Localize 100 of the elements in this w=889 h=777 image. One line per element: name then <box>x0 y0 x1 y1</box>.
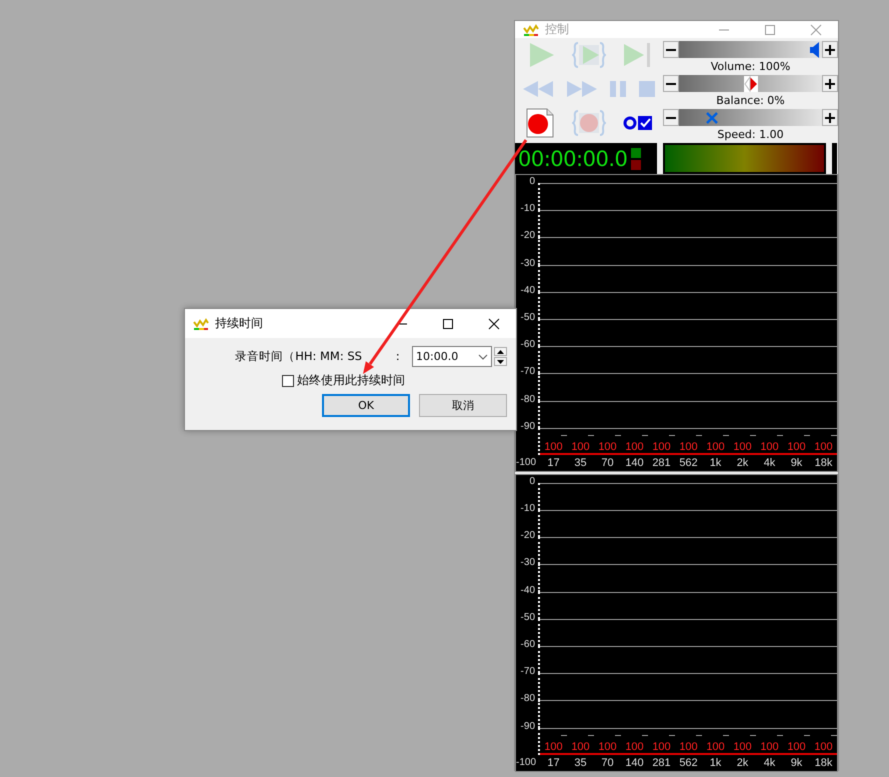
axis-label: -60 <box>520 339 535 352</box>
window-title: 控制 <box>545 21 569 38</box>
band-peak-reading: 100 <box>733 740 752 753</box>
minus-button[interactable] <box>663 75 679 92</box>
plus-icon <box>825 112 835 122</box>
frequency-label: 140 <box>624 456 645 469</box>
app-icon <box>523 22 539 36</box>
frequency-label: 140 <box>624 756 645 769</box>
frequency-label: 18k <box>814 756 834 769</box>
axis-label: -70 <box>520 666 535 678</box>
band-peak-reading: 100 <box>760 440 779 453</box>
band-peak-reading: 100 <box>571 740 590 753</box>
band-peak-reading: 100 <box>544 440 563 453</box>
record-icon-button[interactable] <box>525 107 556 139</box>
band-peak-reading: 100 <box>652 740 671 753</box>
window-title: 持续时间 <box>215 315 263 332</box>
minus-button[interactable] <box>663 41 679 58</box>
frequency-label: 4k <box>762 456 776 469</box>
band-peak-reading: 100 <box>787 740 806 753</box>
axis-label: -90 <box>520 420 535 433</box>
band-peak-reading: 100 <box>814 440 833 453</box>
band-peak-reading: 100 <box>625 740 644 753</box>
balance-slider-thumb[interactable] <box>744 75 758 92</box>
frequency-label: 2k <box>736 456 750 469</box>
frequency-label: 4k <box>762 756 776 769</box>
band-peak-reading: 100 <box>706 440 725 453</box>
frequency-label: 9k <box>790 756 804 769</box>
axis-label: -40 <box>520 284 535 297</box>
slider-label: Volume: 100% <box>710 59 792 75</box>
axis-label: -30 <box>520 258 535 270</box>
checkbox-label[interactable]: 始终使用此持续时间 <box>297 372 405 389</box>
band-peak-reading: 100 <box>679 440 698 453</box>
axis-label: -70 <box>520 366 535 378</box>
frequency-label: 562 <box>678 456 699 469</box>
app-icon <box>193 316 209 330</box>
frequency-label: 70 <box>600 456 615 469</box>
duration-combo-box[interactable]: 10:00.0 <box>412 346 492 367</box>
frequency-label: 9k <box>790 456 804 469</box>
band-peak-reading: 100 <box>733 440 752 453</box>
band-peak-reading: 100 <box>598 740 617 753</box>
axis-label: -30 <box>520 557 535 570</box>
colon-text: ： <box>392 349 404 364</box>
axis-label: -80 <box>520 693 535 706</box>
plus-icon <box>825 44 835 54</box>
spin-up-button[interactable] <box>494 347 507 356</box>
record-options-icon-button[interactable] <box>622 115 653 131</box>
axis-label: -40 <box>520 584 535 597</box>
axis-label: -10 <box>520 203 535 216</box>
frequency-label: 70 <box>600 756 615 769</box>
frequency-label: 1k <box>708 756 722 769</box>
plus-button[interactable] <box>822 41 838 58</box>
axis-label: -10 <box>520 503 535 516</box>
axis-label: -60 <box>520 639 535 651</box>
band-peak-reading: 100 <box>787 440 806 453</box>
band-peak-reading: 100 <box>598 440 617 453</box>
minus-button[interactable] <box>663 109 679 126</box>
band-peak-reading: 100 <box>679 740 698 753</box>
frequency-label: 562 <box>678 756 699 769</box>
band-peak-reading: 100 <box>625 440 644 453</box>
up-triangle-icon <box>497 350 504 354</box>
elapsed-time: 00:00:00.0 <box>518 146 628 170</box>
frequency-label: 35 <box>573 456 588 469</box>
frequency-label: 17 <box>546 456 561 469</box>
frequency-label: 2k <box>736 756 750 769</box>
frequency-label: 18k <box>814 456 834 469</box>
caret-icon <box>478 354 488 360</box>
checkbox[interactable] <box>282 374 294 386</box>
dialog-button[interactable]: OK <box>322 394 410 417</box>
frequency-label: 281 <box>651 756 672 769</box>
down-triangle-icon <box>497 360 504 364</box>
maximize-icon[interactable] <box>442 318 454 330</box>
axis-label: -20 <box>520 230 535 242</box>
volume-slider-thumb[interactable] <box>808 41 822 58</box>
slider-label: Balance: 0% <box>715 93 786 109</box>
axis-label: -90 <box>520 720 535 733</box>
spin-down-button[interactable] <box>494 357 507 366</box>
frequency-label: 1k <box>708 456 722 469</box>
axis-label: -100 <box>516 757 538 768</box>
axis-label: -80 <box>520 394 535 406</box>
frequency-label: 35 <box>573 756 588 769</box>
slider-label: Speed: 1.00 <box>716 127 785 143</box>
plus-button[interactable] <box>822 109 838 126</box>
band-peak-reading: 100 <box>814 740 833 753</box>
dialog-button[interactable]: 取消 <box>419 394 507 417</box>
axis-label: -20 <box>520 530 535 542</box>
band-peak-reading: 100 <box>652 440 671 453</box>
band-peak-reading: 100 <box>760 740 779 753</box>
plus-icon <box>825 78 835 88</box>
axis-label: 0 <box>529 176 535 188</box>
band-peak-reading: 100 <box>706 740 725 753</box>
band-peak-reading: 100 <box>571 440 590 453</box>
plus-button[interactable] <box>822 75 838 92</box>
speed-slider-thumb[interactable] <box>704 109 719 126</box>
band-peak-reading: 100 <box>544 740 563 753</box>
axis-label: -100 <box>516 457 538 468</box>
axis-label: 0 <box>529 476 535 488</box>
axis-label: -50 <box>520 312 535 324</box>
close-icon[interactable] <box>488 318 500 330</box>
axis-label: -50 <box>520 612 535 624</box>
field-label: 录音时间（HH: MM: SS <box>235 349 362 364</box>
